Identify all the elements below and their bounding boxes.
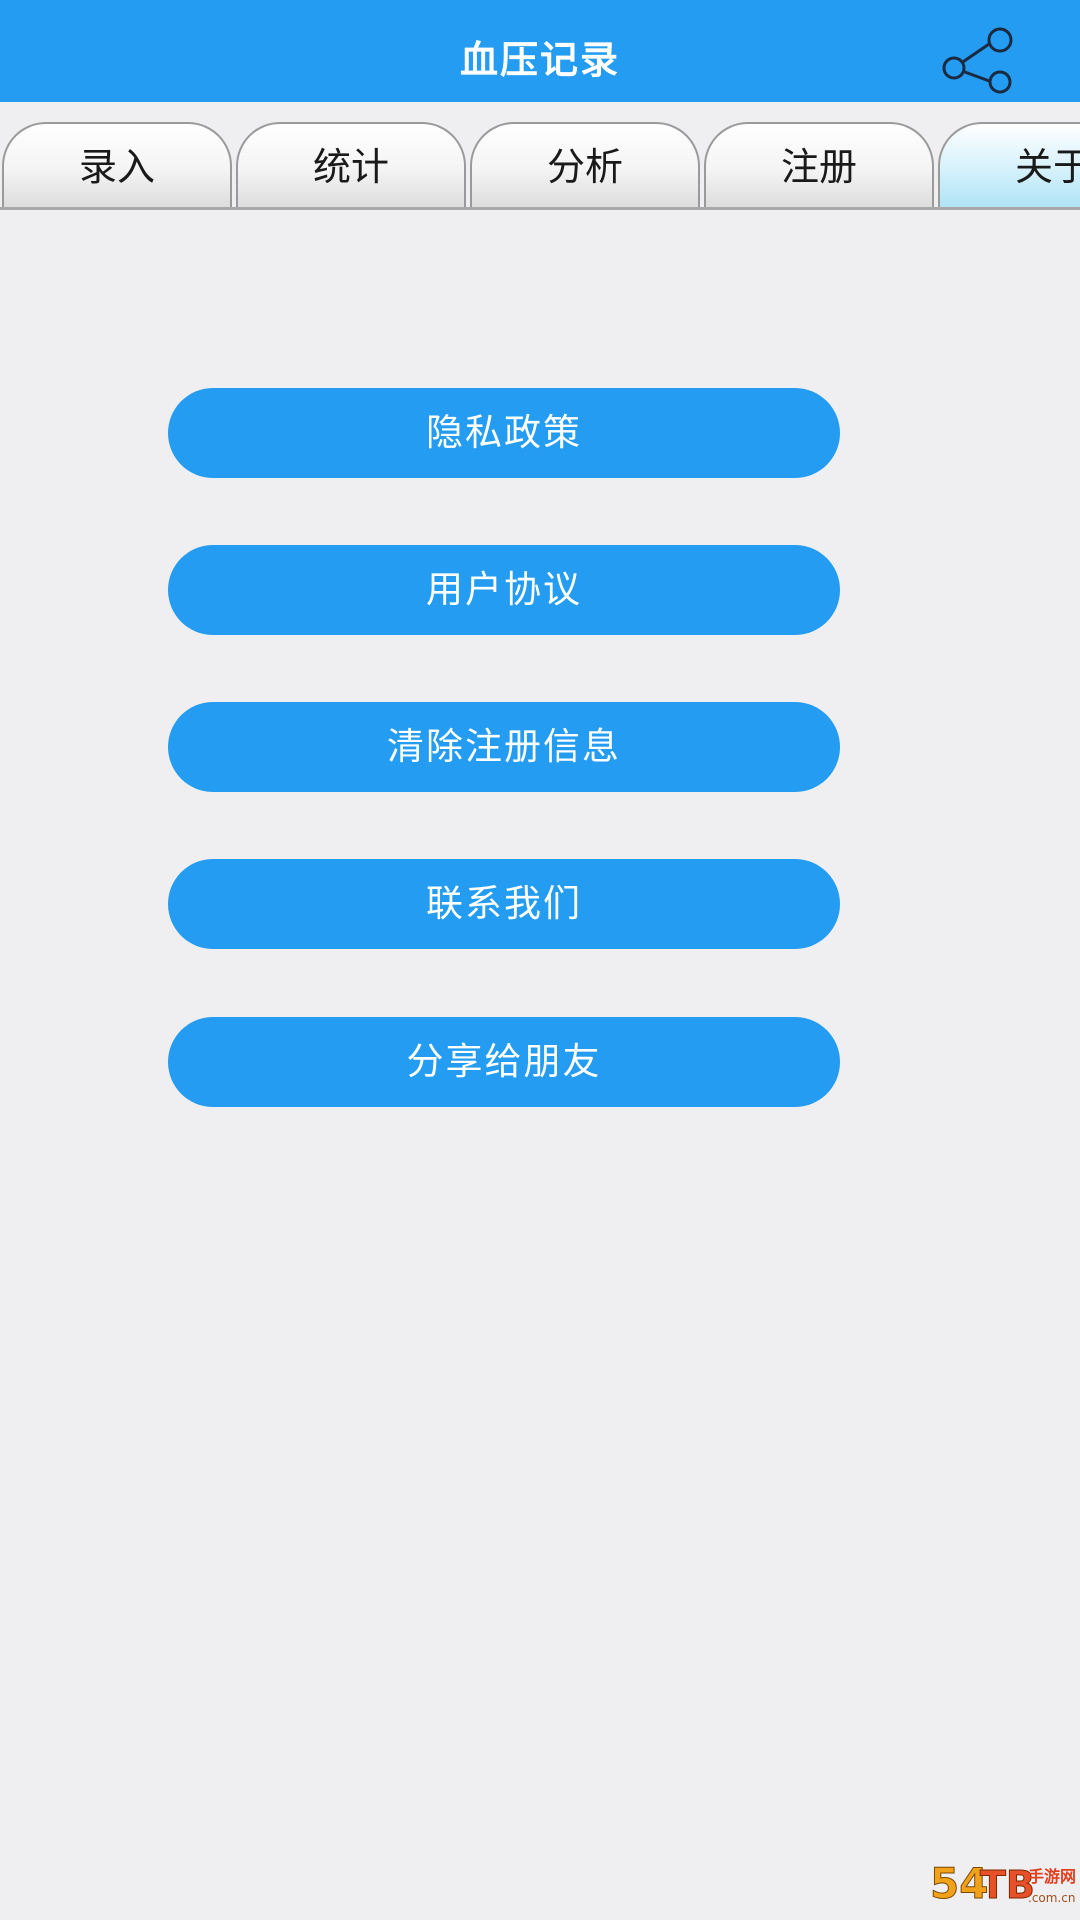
tab-divider xyxy=(0,207,1080,210)
share-with-friends-button[interactable]: 分享给朋友 xyxy=(168,1017,840,1107)
watermark-icon: 54 TB 手游网 .com.cn xyxy=(930,1859,1077,1909)
tab-register[interactable]: 注册 xyxy=(704,122,934,208)
share-button[interactable] xyxy=(940,26,1016,96)
user-agreement-button[interactable]: 用户协议 xyxy=(168,545,840,635)
share-icon xyxy=(942,27,1013,94)
tab-entry[interactable]: 录入 xyxy=(2,122,232,208)
tab-analysis[interactable]: 分析 xyxy=(470,122,700,208)
tab-statistics[interactable]: 统计 xyxy=(236,122,466,208)
watermark-logo: 54 TB 手游网 .com.cn xyxy=(928,1852,1078,1918)
privacy-policy-button[interactable]: 隐私政策 xyxy=(168,388,840,478)
tab-bar: 录入 统计 分析 注册 关于 xyxy=(0,120,1080,210)
svg-text:手游网: 手游网 xyxy=(1028,1867,1076,1886)
page-title: 血压记录 xyxy=(459,38,620,82)
contact-us-button[interactable]: 联系我们 xyxy=(168,859,840,949)
svg-text:TB: TB xyxy=(980,1863,1035,1907)
clear-registration-button[interactable]: 清除注册信息 xyxy=(168,702,840,792)
svg-text:.com.cn: .com.cn xyxy=(1028,1891,1075,1905)
tab-about[interactable]: 关于 xyxy=(938,122,1080,208)
